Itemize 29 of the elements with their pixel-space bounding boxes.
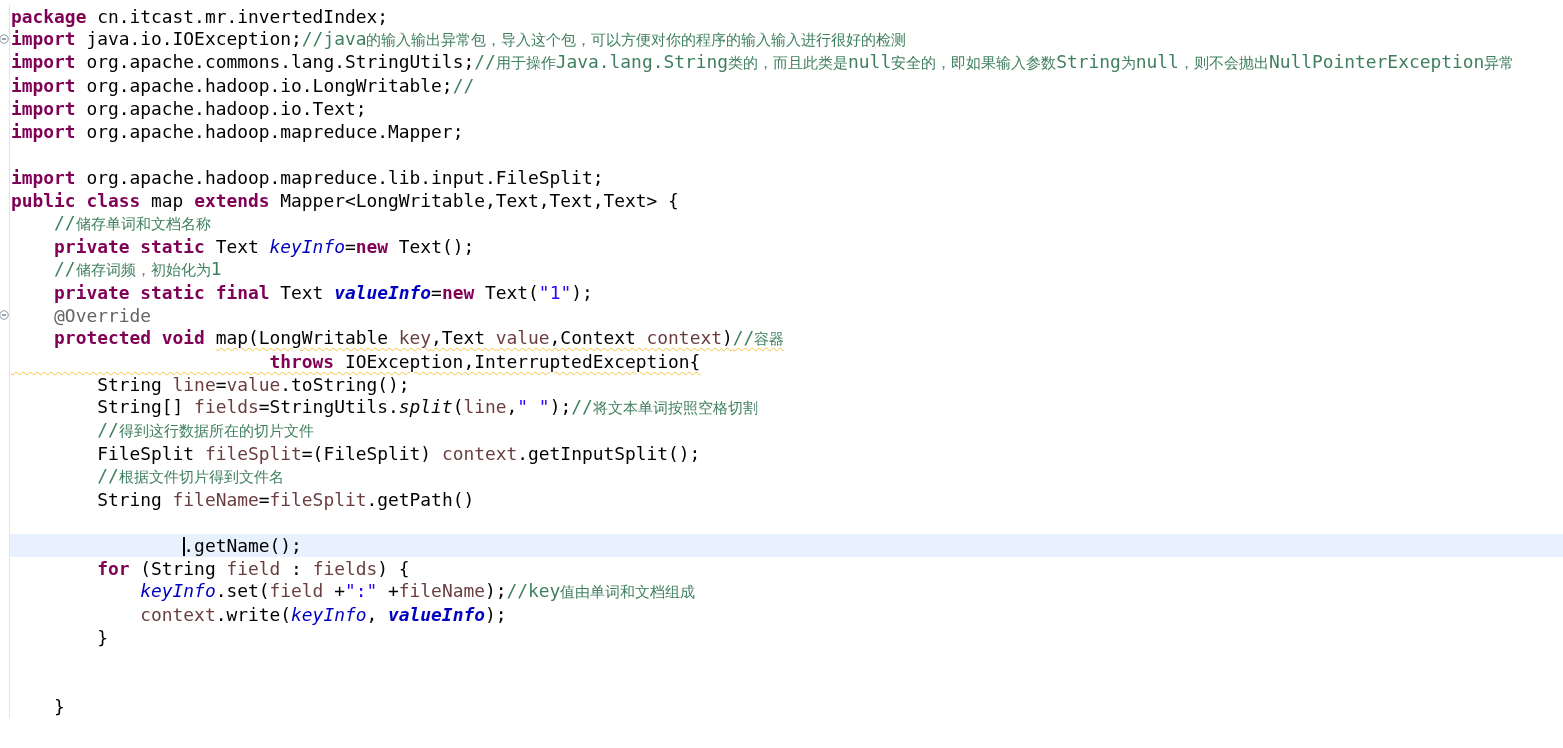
code-line: for (String field : fields) {	[96, 557, 410, 580]
collapse-icon[interactable]	[0, 34, 9, 44]
code-line: import org.apache.hadoop.mapreduce.lib.input.FileSplit;	[11, 166, 604, 189]
code-line: //得到这行数据所在的切片文件	[96, 418, 314, 442]
code-line: package cn.itcast.mr.invertedIndex;	[11, 5, 388, 28]
code-line: //根据文件切片得到文件名	[96, 464, 284, 488]
code-line: import org.apache.hadoop.io.LongWritable;//	[11, 74, 475, 97]
code-line: private static Text keyInfo=new Text();	[53, 235, 475, 258]
code-line: keyInfo.set(field +":" +fileName);//key值由单词和文档组成	[139, 579, 696, 603]
code-line: import org.apache.hadoop.mapreduce.Mapper;	[11, 120, 464, 143]
collapse-icon[interactable]	[0, 310, 9, 320]
code-line: import org.apache.hadoop.io.Text;	[11, 97, 367, 120]
code-line: String line=value.toString();	[96, 373, 410, 396]
code-line: context.write(keyInfo, valueInfo);	[139, 603, 507, 626]
code-line: import org.apache.commons.lang.StringUtils;//用于操作Java.lang.String类的，而且此类是null安全的，即如果输入参数String 为null，则不会抛出 NullPointerException异常	[11, 50, 1515, 74]
code-line: public class map extends Mapper<LongWritable,Text,Text,Text> {	[11, 189, 679, 212]
code-line: FileSplit fileSplit=(FileSplit) context.getInputSplit();	[96, 442, 701, 465]
code-line: }	[96, 626, 108, 649]
code-line: //储存词频，初始化为 1	[53, 257, 222, 281]
code-line: private static final Text valueInfo=new Text("1");	[53, 281, 593, 304]
code-line: @Override	[53, 304, 152, 327]
code-line: protected void map(LongWritable key,Text value,Context context)//容器	[53, 326, 785, 350]
code-line: //储存单词和文档名称	[53, 211, 211, 235]
code-line: import java.io.IOException;//java的输入输出异常包，导入这个包，可以方便对你的程序的输入输入进行很好的检测	[11, 27, 907, 51]
code-line: .getName();	[182, 534, 302, 557]
code-line: throws IOException,InterruptedException{	[268, 350, 701, 373]
code-line: String[] fields=StringUtils.split(line," ");//将文本单词按照空格切割	[96, 395, 758, 419]
code-line: String fileName=fileSplit.getPath()	[96, 488, 475, 511]
code-line: }	[53, 695, 65, 718]
